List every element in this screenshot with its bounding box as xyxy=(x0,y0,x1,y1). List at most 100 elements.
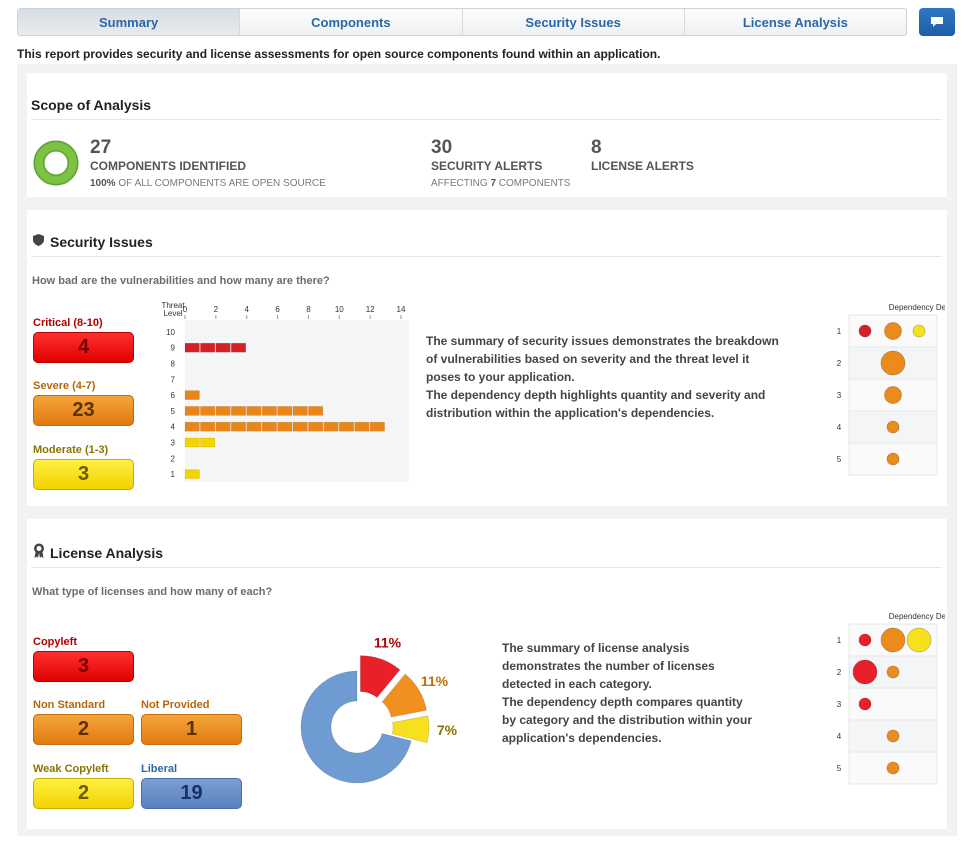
bar-segment xyxy=(200,421,216,432)
license-title: License Analysis xyxy=(50,545,164,561)
y-tick-label: 3 xyxy=(171,439,176,448)
depth-row-label: 4 xyxy=(837,423,842,432)
bar-segment xyxy=(277,421,293,432)
axis-title: Level xyxy=(163,309,182,318)
y-tick-label: 4 xyxy=(171,423,176,432)
bar-segment xyxy=(231,342,246,353)
security-panel: Security Issues How bad are the vulnerab… xyxy=(27,210,947,506)
critical-label: Critical (8-10) xyxy=(33,317,103,329)
bar-segment xyxy=(354,421,370,432)
depth-bubble xyxy=(886,761,900,775)
license-dependency-depth-chart: Dependency Depth 1 2 3 4 5 xyxy=(837,612,945,785)
bar-segment xyxy=(184,469,200,479)
bar-segment xyxy=(215,342,231,353)
non-standard-badge: 2 xyxy=(33,714,134,745)
depth-bubble xyxy=(886,452,900,466)
bar-segment xyxy=(246,421,262,432)
y-tick-label: 10 xyxy=(166,328,175,337)
speech-bubble-icon xyxy=(931,17,943,27)
depth-bubble xyxy=(880,627,906,653)
security-description: The summary of security issues demonstra… xyxy=(426,334,779,420)
bar-segment xyxy=(231,406,246,416)
non-standard-label: Non Standard xyxy=(33,699,106,711)
components-label: COMPONENTS IDENTIFIED xyxy=(90,159,247,173)
tab-license-analysis[interactable]: License Analysis xyxy=(685,9,906,35)
severe-badge: 23 xyxy=(33,395,134,426)
moderate-label: Moderate (1-3) xyxy=(33,444,109,456)
x-tick-label: 8 xyxy=(306,305,311,314)
x-tick-label: 2 xyxy=(214,305,219,314)
bar-segment xyxy=(184,406,200,416)
moderate-badge: 3 xyxy=(33,459,134,490)
depth-row-label: 1 xyxy=(837,636,842,645)
bar-segment xyxy=(184,342,200,353)
critical-badge: 4 xyxy=(33,332,134,363)
x-tick-label: 0 xyxy=(183,305,188,314)
depth-row-label: 3 xyxy=(837,700,842,709)
copyleft-label: Copyleft xyxy=(33,636,77,648)
depth-bubble xyxy=(858,324,872,338)
bar-segment xyxy=(292,406,308,416)
tab-summary[interactable]: Summary xyxy=(18,9,241,35)
bar-segment xyxy=(277,406,293,416)
y-tick-label: 2 xyxy=(171,454,176,463)
security-question: How bad are the vulnerabilities and how … xyxy=(32,275,330,287)
tab-components[interactable]: Components xyxy=(240,9,463,35)
depth-row-label: 3 xyxy=(837,391,842,400)
license-description: The summary of license analysis demonstr… xyxy=(502,641,753,745)
license-alerts-count: 8 xyxy=(591,137,602,158)
bar-segment xyxy=(308,421,324,432)
severe-label: Severe (4-7) xyxy=(33,380,96,392)
divider xyxy=(31,256,941,257)
liberal-badge: 19 xyxy=(141,778,242,809)
chat-button[interactable] xyxy=(919,8,955,36)
license-donut-chart: 11% 11% 7% xyxy=(300,634,458,784)
bar-segment xyxy=(200,406,216,416)
y-tick-label: 1 xyxy=(171,470,176,479)
depth-bubble xyxy=(886,420,900,434)
bar-segment xyxy=(339,421,354,432)
intro-text: This report provides security and licens… xyxy=(17,47,661,61)
x-tick-label: 4 xyxy=(244,305,249,314)
x-tick-label: 12 xyxy=(366,305,375,314)
depth-bubble xyxy=(912,324,926,338)
x-tick-label: 6 xyxy=(275,305,280,314)
scope-panel: Scope of Analysis 27 COMPONENTS IDENTIFI… xyxy=(27,73,947,197)
security-alerts-count: 30 xyxy=(431,137,453,158)
depth-bubble xyxy=(906,627,932,653)
not-provided-label: Not Provided xyxy=(141,699,210,711)
depth-bubble xyxy=(884,322,902,340)
slice-label: 11% xyxy=(421,673,449,689)
tab-security-issues[interactable]: Security Issues xyxy=(463,9,685,35)
depth-bubble xyxy=(880,350,906,376)
bar-segment xyxy=(184,421,200,432)
bar-segment xyxy=(261,406,277,416)
copyleft-badge: 3 xyxy=(33,651,134,682)
y-tick-label: 9 xyxy=(171,344,176,353)
depth-bubble xyxy=(852,659,878,685)
license-alerts-label: LICENSE ALERTS xyxy=(591,159,694,173)
not-provided-badge: 1 xyxy=(141,714,242,745)
divider xyxy=(31,119,941,120)
scope-title: Scope of Analysis xyxy=(31,97,152,113)
slice-label: 11% xyxy=(374,634,402,650)
depth-row-label: 2 xyxy=(837,359,842,368)
threat-level-chart: ThreatLevel 0 2 4 6 8 10 12 1410987654321 xyxy=(161,301,409,482)
report-body: Scope of Analysis 27 COMPONENTS IDENTIFI… xyxy=(17,64,957,836)
bar-segment xyxy=(246,406,262,416)
bar-segment xyxy=(184,390,200,400)
bar-segment xyxy=(261,421,277,432)
tab-bar: Summary Components Security Issues Licen… xyxy=(17,8,907,36)
depth-row-label: 1 xyxy=(837,327,842,336)
y-tick-label: 8 xyxy=(171,360,176,369)
security-title: Security Issues xyxy=(50,234,153,250)
x-tick-label: 10 xyxy=(335,305,344,314)
bar-segment xyxy=(184,437,200,448)
bar-segment xyxy=(308,406,324,416)
bar-segment xyxy=(200,437,216,448)
bar-segment xyxy=(231,421,246,432)
bar-segment xyxy=(200,342,216,353)
depth-bubble xyxy=(886,665,900,679)
depth-bubble xyxy=(884,386,902,404)
bar-segment xyxy=(292,421,308,432)
